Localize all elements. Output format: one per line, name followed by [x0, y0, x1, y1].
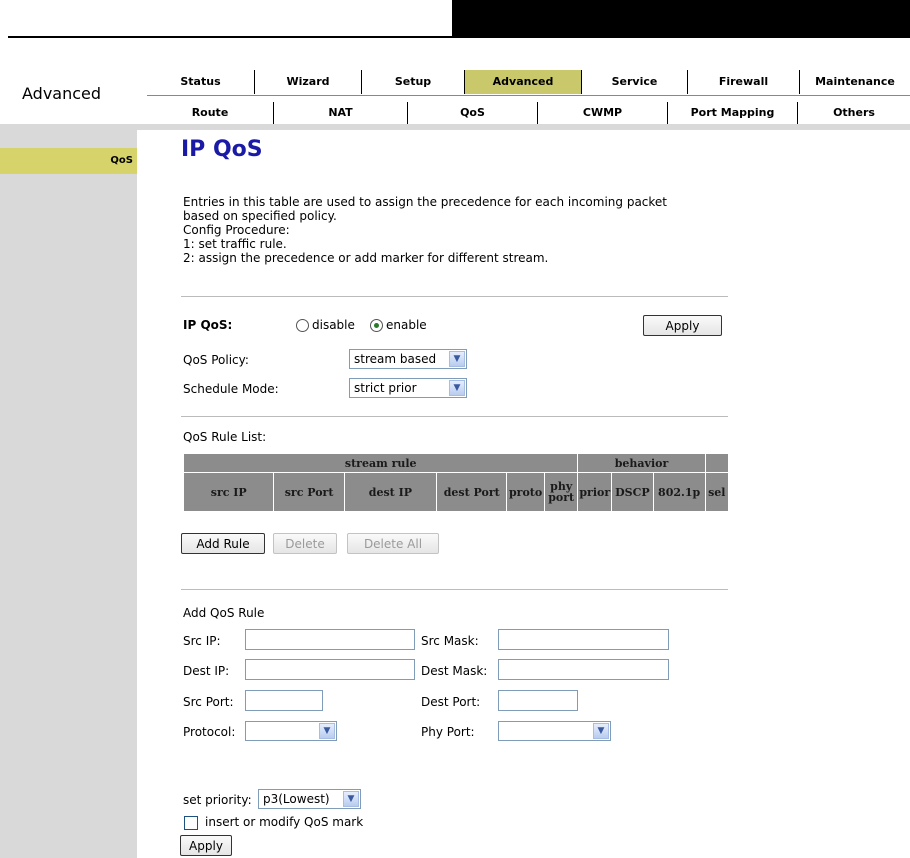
qos-policy-select[interactable]: stream based ▼ [349, 349, 467, 369]
subtab-route[interactable]: Route [147, 102, 274, 124]
add-rule-title: Add QoS Rule [183, 606, 265, 620]
description-line: 1: set traffic rule. [183, 237, 287, 251]
divider [181, 296, 728, 297]
column-header: dest Port [436, 472, 508, 512]
column-header: src IP [182, 472, 275, 512]
subtab-qos[interactable]: QoS [408, 102, 538, 124]
divider [181, 416, 728, 417]
group-header-stream-rule: stream rule [182, 453, 579, 473]
ipqos-apply-button[interactable]: Apply [643, 315, 722, 336]
group-header-behavior: behavior [577, 453, 706, 473]
subtab-cwmp[interactable]: CWMP [538, 102, 668, 124]
dest-mask-input[interactable] [498, 659, 669, 680]
protocol-select[interactable]: ▼ [245, 721, 337, 741]
delete-all-button[interactable]: Delete All [347, 533, 439, 554]
schedule-mode-value: strict prior [354, 381, 417, 395]
ipqos-enable-radio[interactable] [370, 319, 383, 332]
chevron-down-icon: ▼ [319, 723, 335, 739]
insert-mark-label: insert or modify QoS mark [205, 815, 364, 829]
chevron-down-icon: ▼ [449, 351, 465, 367]
ipqos-disable-radio[interactable] [296, 319, 309, 332]
src-mask-input[interactable] [498, 629, 669, 650]
src-port-label: Src Port: [183, 695, 234, 709]
protocol-label: Protocol: [183, 725, 236, 739]
column-header: prior [577, 472, 613, 512]
subtab-port-mapping[interactable]: Port Mapping [668, 102, 798, 124]
nav-divider [147, 95, 910, 96]
rule-list-label: QoS Rule List: [183, 430, 267, 444]
schedule-mode-select[interactable]: strict prior ▼ [349, 378, 467, 398]
src-port-input[interactable] [245, 690, 323, 711]
ipqos-label: IP QoS: [183, 318, 233, 332]
dest-ip-input[interactable] [245, 659, 415, 680]
tab-advanced[interactable]: Advanced [465, 70, 582, 94]
dest-port-input[interactable] [498, 690, 578, 711]
section-title: Advanced [22, 84, 102, 103]
schedule-mode-label: Schedule Mode: [183, 382, 279, 396]
dest-ip-label: Dest IP: [183, 664, 230, 678]
column-header: dest IP [343, 472, 438, 512]
delete-button[interactable]: Delete [273, 533, 337, 554]
description-line: Entries in this table are used to assign… [183, 195, 668, 209]
ipqos-disable-label: disable [312, 318, 355, 332]
priority-value: p3(Lowest) [263, 792, 330, 806]
top-banner [452, 0, 910, 38]
column-header: sel [704, 472, 730, 512]
dest-port-label: Dest Port: [421, 695, 481, 709]
chevron-down-icon: ▼ [343, 791, 359, 807]
chevron-down-icon: ▼ [449, 380, 465, 396]
phy-port-select[interactable]: ▼ [498, 721, 611, 741]
tab-firewall[interactable]: Firewall [688, 70, 800, 94]
qos-policy-value: stream based [354, 352, 437, 366]
priority-select[interactable]: p3(Lowest) ▼ [258, 789, 361, 809]
column-header: proto [506, 472, 545, 512]
column-header: 802.1p [652, 472, 706, 512]
page-title: IP QoS [181, 137, 263, 162]
add-rule-apply-button[interactable]: Apply [180, 835, 232, 856]
description-line: based on specified policy. [183, 209, 337, 223]
src-mask-label: Src Mask: [421, 634, 479, 648]
sidebar-item-qos[interactable]: QoS [0, 148, 137, 174]
add-rule-button[interactable]: Add Rule [181, 533, 265, 554]
divider [181, 589, 728, 590]
insert-mark-checkbox[interactable] [184, 816, 198, 830]
column-header: DSCP [611, 472, 654, 512]
column-header: src Port [273, 472, 345, 512]
tab-setup[interactable]: Setup [362, 70, 465, 94]
description-line: Config Procedure: [183, 223, 290, 237]
src-ip-label: Src IP: [183, 634, 221, 648]
tab-service[interactable]: Service [582, 70, 688, 94]
qos-policy-label: QoS Policy: [183, 353, 249, 367]
set-priority-label: set priority: [183, 793, 252, 807]
tab-maintenance[interactable]: Maintenance [800, 70, 910, 94]
sidebar-item-label: QoS [110, 155, 133, 166]
phy-port-label: Phy Port: [421, 725, 475, 739]
rule-list-table: stream rule behavior src IP src Port des… [182, 453, 730, 512]
ipqos-enable-label: enable [386, 318, 427, 332]
subtab-nat[interactable]: NAT [274, 102, 408, 124]
top-divider [8, 36, 452, 38]
description-line: 2: assign the precedence or add marker f… [183, 251, 549, 265]
column-header: phy port [543, 472, 579, 512]
group-header-empty [704, 453, 730, 473]
dest-mask-label: Dest Mask: [421, 664, 488, 678]
src-ip-input[interactable] [245, 629, 415, 650]
sidebar [0, 130, 137, 858]
chevron-down-icon: ▼ [593, 723, 609, 739]
tab-wizard[interactable]: Wizard [255, 70, 362, 94]
tab-status[interactable]: Status [147, 70, 255, 94]
subtab-others[interactable]: Others [798, 102, 910, 124]
